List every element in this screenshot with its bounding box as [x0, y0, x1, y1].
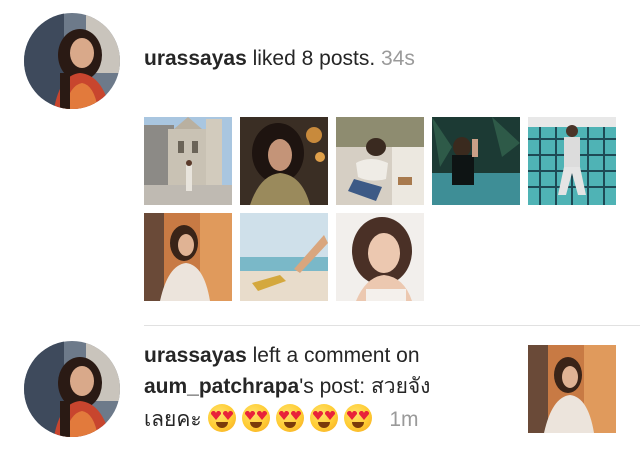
user-avatar[interactable] — [24, 341, 120, 437]
user-avatar[interactable] — [24, 13, 120, 109]
post-thumbnail[interactable] — [336, 117, 424, 205]
action-text: left a comment on — [246, 344, 420, 367]
post-photo-icon — [240, 213, 328, 301]
post-photo-icon — [144, 117, 232, 205]
user-avatar-photo-icon — [24, 341, 120, 437]
post-owner-link[interactable]: aum_patchrapa — [144, 375, 299, 398]
heart-eyes-emoji-icon — [309, 404, 338, 432]
post-photo-icon — [432, 117, 520, 205]
post-thumbnail[interactable] — [240, 117, 328, 205]
post-thumbnail[interactable] — [240, 213, 328, 301]
comment-text-cont: เลยคะ — [144, 408, 202, 431]
comment-line-1: urassayas left a comment on — [144, 340, 504, 371]
comment-line-2: aum_patchrapa's post: สวยจัง — [144, 371, 504, 402]
activity-text: urassayas left a comment on aum_patchrap… — [144, 340, 504, 435]
action-text: liked 8 posts. — [246, 47, 376, 70]
post-thumbnail[interactable] — [144, 117, 232, 205]
post-photo-icon — [240, 117, 328, 205]
post-thumbnail[interactable] — [528, 117, 616, 205]
heart-eyes-emoji-icon — [275, 404, 304, 432]
username-link[interactable]: urassayas — [144, 47, 247, 70]
commented-post-thumbnail[interactable] — [528, 345, 616, 433]
post-suffix: 's post: — [299, 375, 371, 398]
post-photo-icon — [336, 213, 424, 301]
heart-eyes-emoji-icon — [241, 404, 270, 432]
heart-eyes-emoji-icon — [343, 404, 372, 432]
comment-line-3: เลยคะ 1m — [144, 404, 504, 435]
timestamp: 34s — [381, 47, 415, 70]
post-photo-icon — [528, 117, 616, 205]
timestamp: 1m — [389, 408, 419, 431]
comment-text: สวยจัง — [370, 375, 431, 398]
post-thumbnail[interactable] — [336, 213, 424, 301]
user-avatar-photo-icon — [24, 13, 120, 109]
post-thumbnail[interactable] — [432, 117, 520, 205]
username-link[interactable]: urassayas — [144, 344, 247, 367]
post-thumbnail[interactable] — [144, 213, 232, 301]
post-photo-icon — [336, 117, 424, 205]
post-photo-icon — [528, 345, 616, 433]
item-divider — [144, 325, 640, 326]
activity-text: urassayas liked 8 posts. 34s — [144, 43, 415, 74]
heart-eyes-emoji-icon — [207, 404, 236, 432]
post-photo-icon — [144, 213, 232, 301]
